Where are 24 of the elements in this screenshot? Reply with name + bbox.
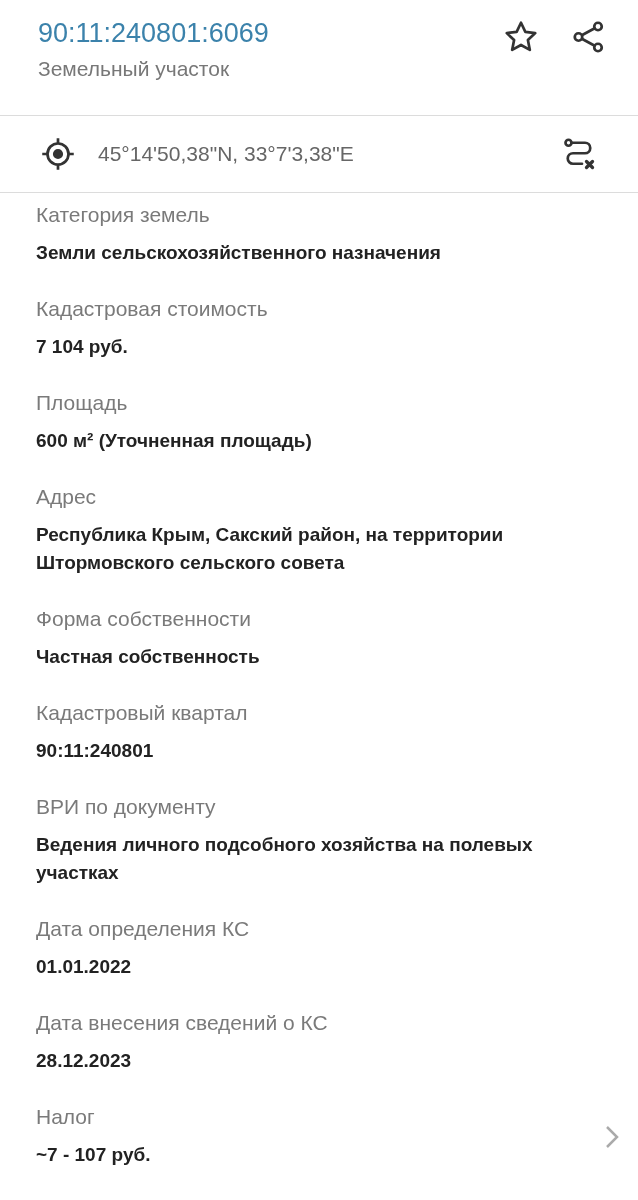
field-value: Ведения личного подсобного хозяйства на полевых участках [36, 833, 534, 885]
field-value: 01.01.2022 [36, 955, 133, 979]
cadastral-number: 90:11:240801:6069 [38, 18, 269, 49]
target-icon [40, 136, 76, 172]
field-value: 600 м² (Уточненная площадь) [36, 429, 313, 453]
field-label: Форма собственности [36, 607, 252, 631]
field-label: Дата внесения сведений о КС [36, 1011, 329, 1035]
field-label: ВРИ по документу [36, 795, 217, 819]
field-label: Кадастровый квартал [36, 701, 249, 725]
field-label: Дата определения КС [36, 917, 251, 941]
field-value: 90:11:240801 [36, 739, 155, 763]
field-value: 28.12.2023 [36, 1049, 133, 1073]
field-label: Площадь [36, 391, 129, 415]
field-label: Адрес [36, 485, 98, 509]
field-label: Кадастровая стоимость [36, 297, 269, 321]
field-label: Налог [36, 1105, 96, 1129]
object-type: Земельный участок [38, 57, 231, 81]
field-value: 7 104 руб. [36, 335, 129, 359]
field-value: Республика Крым, Сакский район, на территории Штормовского сельского совета [36, 523, 505, 575]
coordinates-text: 45°14'50,38"N, 33°7'3,38"E [98, 142, 355, 166]
field-value: ~7 - 107 руб. [36, 1143, 152, 1167]
field-label: Категория земель [36, 203, 211, 227]
field-value: Частная собственность [36, 645, 261, 669]
field-value: Земли сельскохозяйственного назначения [36, 241, 442, 265]
